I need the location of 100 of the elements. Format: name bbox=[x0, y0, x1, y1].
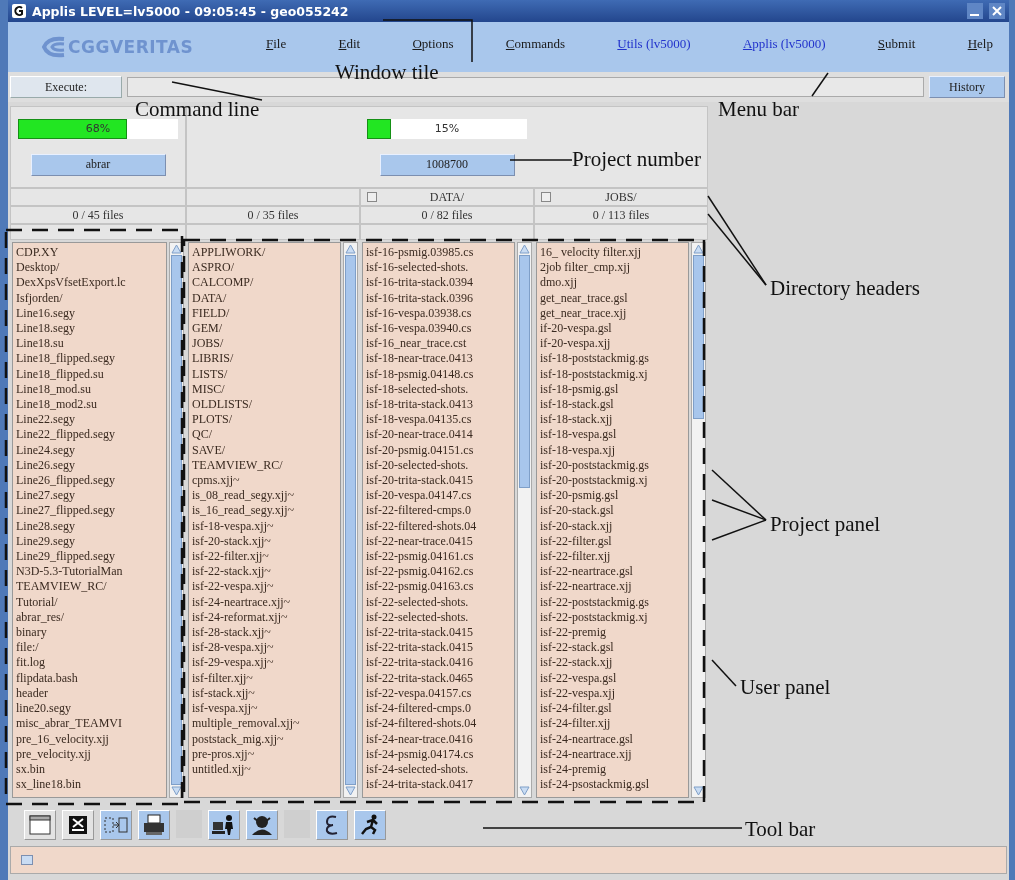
file-item[interactable]: DATA/ bbox=[192, 290, 337, 306]
file-item[interactable]: abrar_res/ bbox=[16, 609, 163, 626]
file-item[interactable]: isf-22-premig bbox=[540, 625, 685, 641]
file-item[interactable]: Line29_flipped.segy bbox=[16, 549, 163, 565]
file-item[interactable]: isf-22-poststackmig.gs bbox=[540, 594, 685, 610]
file-item[interactable]: CALCOMP/ bbox=[192, 275, 337, 291]
file-item[interactable]: sx.bin bbox=[16, 761, 163, 778]
file-item[interactable]: Line18_mod2.su bbox=[16, 397, 163, 413]
menu-item[interactable]: Applis (lv5000) bbox=[742, 36, 826, 52]
file-item[interactable]: Line27.segy bbox=[16, 488, 163, 504]
file-item[interactable]: isf-20-stack.xjj bbox=[540, 518, 685, 534]
file-item[interactable]: OLDLISTS/ bbox=[192, 397, 337, 413]
file-item[interactable]: Line22_flipped.segy bbox=[16, 427, 163, 443]
file-item[interactable]: header bbox=[16, 685, 163, 702]
file-item[interactable]: MISC/ bbox=[192, 381, 337, 398]
file-item[interactable]: isf-22-vespa.xjj~ bbox=[192, 579, 337, 595]
file-item[interactable]: isf-16-psmig.03985.cs bbox=[366, 245, 511, 261]
file-item[interactable]: isf-22-selected-shots. bbox=[366, 594, 511, 610]
history-button[interactable]: History bbox=[929, 76, 1005, 98]
file-item[interactable]: isf-22-poststackmig.xj bbox=[540, 609, 685, 626]
file-item[interactable]: isf-22-psmig.04163.cs bbox=[366, 579, 511, 595]
file-item[interactable]: isf-22-psmig.04161.cs bbox=[366, 549, 511, 565]
file-item[interactable]: Desktop/ bbox=[16, 260, 163, 276]
file-item[interactable]: PLOTS/ bbox=[192, 412, 337, 428]
file-item[interactable]: fit.log bbox=[16, 655, 163, 671]
file-item[interactable]: Line18_flipped.segy bbox=[16, 351, 163, 367]
file-item[interactable]: isf-24-trita-stack.0417 bbox=[366, 777, 511, 793]
file-item[interactable]: isf-22-stack.xjj~ bbox=[192, 564, 337, 580]
file-item[interactable]: isf-24-psmig.04174.cs bbox=[366, 746, 511, 762]
scrollbar[interactable] bbox=[343, 242, 358, 798]
file-item[interactable]: FIELD/ bbox=[192, 305, 337, 321]
file-item[interactable]: Line18.su bbox=[16, 336, 163, 352]
file-item[interactable]: pre-pros.xjj~ bbox=[192, 746, 337, 762]
file-item[interactable]: 16_ velocity filter.xjj bbox=[540, 245, 685, 261]
toolbar-button[interactable] bbox=[354, 810, 386, 840]
file-item[interactable]: isf-22-selected-shots. bbox=[366, 609, 511, 626]
file-item[interactable]: isf-22-filter.xjj~ bbox=[192, 549, 337, 565]
file-item[interactable]: isf-18-near-trace.0413 bbox=[366, 351, 511, 367]
file-item[interactable]: binary bbox=[16, 625, 163, 641]
file-item[interactable]: isf-20-poststackmig.gs bbox=[540, 457, 685, 474]
scrollbar[interactable] bbox=[517, 242, 532, 798]
file-item[interactable]: isf-24-premig bbox=[540, 761, 685, 778]
file-item[interactable]: pre_velocity.xjj bbox=[16, 746, 163, 762]
file-item[interactable]: isf-22-near-trace.0415 bbox=[366, 533, 511, 550]
toolbar-button[interactable] bbox=[246, 810, 278, 840]
file-item[interactable]: TEAMVIEW_RC/ bbox=[192, 457, 337, 474]
file-item[interactable]: JOBS/ bbox=[192, 336, 337, 352]
file-item[interactable]: poststack_mig.xjj~ bbox=[192, 731, 337, 747]
file-item[interactable]: isf-24-neartrace.gsl bbox=[540, 731, 685, 747]
file-item[interactable]: isf-29-vespa.xjj~ bbox=[192, 655, 337, 671]
file-item[interactable]: LIBRIS/ bbox=[192, 351, 337, 367]
file-item[interactable]: SAVE/ bbox=[192, 442, 337, 458]
file-item[interactable]: isf-16-vespa.03938.cs bbox=[366, 305, 511, 321]
file-item[interactable]: isf-22-vespa.gsl bbox=[540, 670, 685, 686]
file-item[interactable]: if-20-vespa.xjj bbox=[540, 336, 685, 352]
file-item[interactable]: misc_abrar_TEAMVI bbox=[16, 716, 163, 732]
file-item[interactable]: Line18.segy bbox=[16, 321, 163, 337]
file-item[interactable]: cpms.xjj~ bbox=[192, 473, 337, 489]
file-item[interactable]: isf-18-selected-shots. bbox=[366, 381, 511, 398]
status-checkbox[interactable] bbox=[21, 855, 33, 865]
file-item[interactable]: isf-16-trita-stack.0396 bbox=[366, 290, 511, 306]
file-item[interactable]: multiple_removal.xjj~ bbox=[192, 716, 337, 732]
file-item[interactable]: isf-16-vespa.03940.cs bbox=[366, 321, 511, 337]
file-item[interactable]: pre_16_velocity.xjj bbox=[16, 731, 163, 747]
file-item[interactable]: isf-20-stack.xjj~ bbox=[192, 533, 337, 550]
file-item[interactable]: isf-22-filter.xjj bbox=[540, 549, 685, 565]
file-item[interactable]: isf-22-filter.gsl bbox=[540, 533, 685, 550]
file-item[interactable]: N3D-5.3-TutorialMan bbox=[16, 564, 163, 580]
file-item[interactable]: DexXpsVfsetExport.lc bbox=[16, 275, 163, 291]
file-item[interactable]: isf-28-stack.xjj~ bbox=[192, 625, 337, 641]
checkbox[interactable] bbox=[541, 192, 551, 202]
file-item[interactable]: Line26.segy bbox=[16, 457, 163, 474]
file-item[interactable]: isf-20-psmig.04151.cs bbox=[366, 442, 511, 458]
file-item[interactable]: isf-22-stack.xjj bbox=[540, 655, 685, 671]
file-item[interactable]: APPLIWORK/ bbox=[192, 245, 337, 261]
menu-item[interactable]: Help bbox=[967, 36, 993, 52]
menu-item[interactable]: Submit bbox=[877, 36, 916, 52]
file-item[interactable]: untitled.xjj~ bbox=[192, 761, 337, 778]
scroll-thumb[interactable] bbox=[171, 255, 182, 785]
file-item[interactable]: isf-18-stack.gsl bbox=[540, 397, 685, 413]
file-item[interactable]: isf-20-psmig.gsl bbox=[540, 488, 685, 504]
file-item[interactable]: isf-22-filtered-cmps.0 bbox=[366, 503, 511, 519]
file-item[interactable]: isf-18-trita-stack.0413 bbox=[366, 397, 511, 413]
minimize-icon[interactable] bbox=[967, 3, 983, 19]
file-item[interactable]: isf-18-poststackmig.xj bbox=[540, 366, 685, 382]
scroll-thumb[interactable] bbox=[519, 255, 530, 489]
file-item[interactable]: GEM/ bbox=[192, 321, 337, 337]
file-item[interactable]: isf-16_near_trace.cst bbox=[366, 336, 511, 352]
toolbar-button[interactable] bbox=[208, 810, 240, 840]
file-item[interactable]: CDP.XY bbox=[16, 245, 163, 261]
file-item[interactable]: isf-18-psmig.04148.cs bbox=[366, 366, 511, 382]
file-item[interactable]: isf-22-neartrace.gsl bbox=[540, 564, 685, 580]
file-item[interactable]: isf-22-trita-stack.0416 bbox=[366, 655, 511, 671]
file-item[interactable]: isf-22-trita-stack.0465 bbox=[366, 670, 511, 686]
file-item[interactable]: isf-16-trita-stack.0394 bbox=[366, 275, 511, 291]
file-item[interactable]: isf-18-psmig.gsl bbox=[540, 381, 685, 398]
file-item[interactable]: isf-24-reformat.xjj~ bbox=[192, 609, 337, 626]
file-item[interactable]: isf-18-poststackmig.gs bbox=[540, 351, 685, 367]
file-item[interactable]: Isfjorden/ bbox=[16, 290, 163, 306]
file-item[interactable]: isf-28-vespa.xjj~ bbox=[192, 640, 337, 656]
